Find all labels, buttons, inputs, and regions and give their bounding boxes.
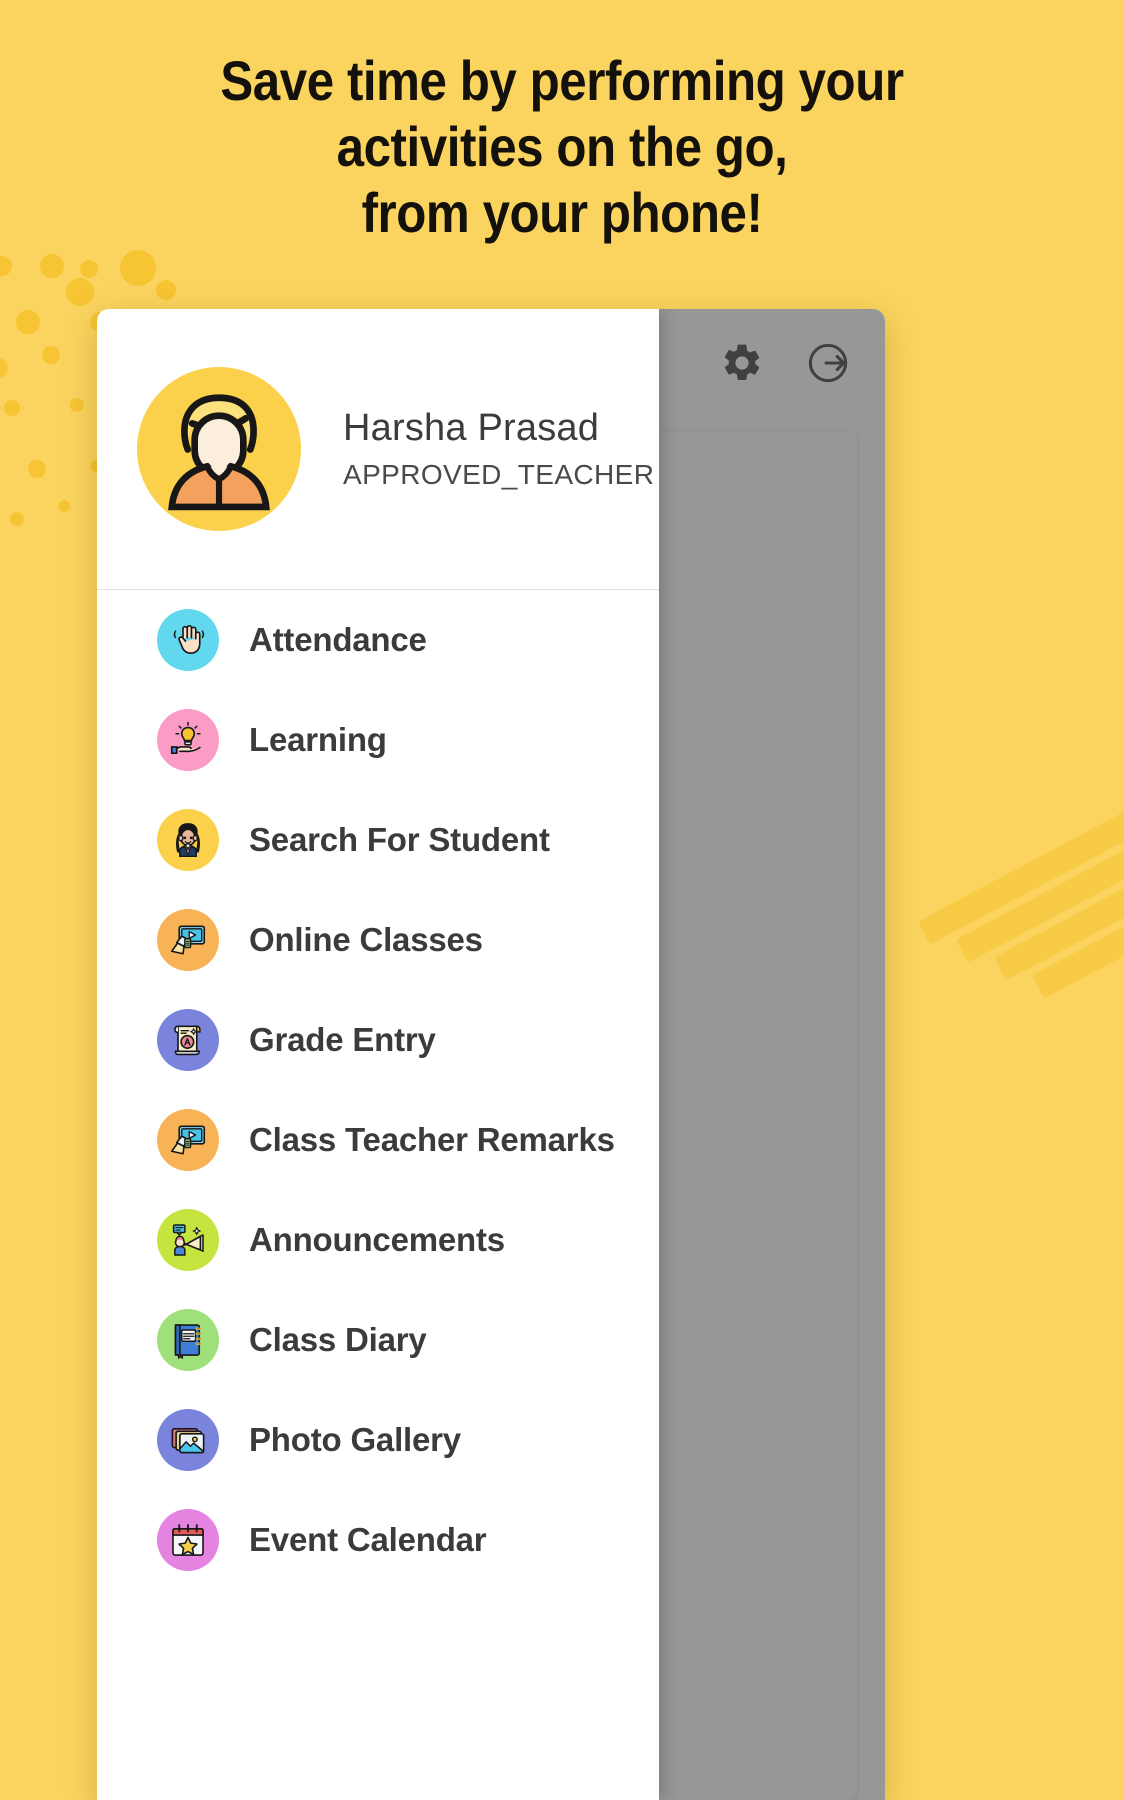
menu-item-attendance[interactable]: Attendance xyxy=(97,590,659,690)
menu-item-label: Class Teacher Remarks xyxy=(249,1121,615,1158)
menu-item-learning[interactable]: Learning xyxy=(97,690,659,790)
menu-item-label: Class Diary xyxy=(249,1321,427,1358)
profile-name: Harsha Prasad xyxy=(343,407,600,449)
video-lesson-icon xyxy=(157,1109,219,1171)
avatar xyxy=(137,367,301,531)
menu-item-photo-gallery[interactable]: Photo Gallery xyxy=(97,1390,659,1490)
calendar-star-icon xyxy=(157,1509,219,1571)
student-avatar-icon xyxy=(157,809,219,871)
menu-item-event-calendar[interactable]: Event Calendar xyxy=(97,1490,659,1590)
menu-item-label: Attendance xyxy=(249,621,427,658)
menu-item-label: Photo Gallery xyxy=(249,1421,461,1458)
menu-item-class-diary[interactable]: Class Diary xyxy=(97,1290,659,1390)
menu-item-announcements[interactable]: Announcements xyxy=(97,1190,659,1290)
navigation-drawer: Harsha Prasad APPROVED_TEACHER Attendanc… xyxy=(97,309,659,1800)
phone-mockup: Search For Student Class Teacher xyxy=(97,309,885,1800)
grade-certificate-icon xyxy=(157,1009,219,1071)
menu-item-class-teacher-remarks[interactable]: Class Teacher Remarks xyxy=(97,1090,659,1190)
menu-item-grade-entry[interactable]: Grade Entry xyxy=(97,990,659,1090)
menu-item-online-classes[interactable]: Online Classes xyxy=(97,890,659,990)
menu-item-label: Online Classes xyxy=(249,921,483,958)
megaphone-icon xyxy=(157,1209,219,1271)
drawer-profile-header[interactable]: Harsha Prasad APPROVED_TEACHER xyxy=(97,309,659,590)
menu-item-label: Learning xyxy=(249,721,387,758)
menu-item-label: Announcements xyxy=(249,1221,505,1258)
menu-item-label: Event Calendar xyxy=(249,1521,487,1558)
menu-item-search-for-student[interactable]: Search For Student xyxy=(97,790,659,890)
video-lesson-icon xyxy=(157,909,219,971)
notebook-icon xyxy=(157,1309,219,1371)
menu-item-label: Grade Entry xyxy=(249,1021,436,1058)
profile-text-block: Harsha Prasad APPROVED_TEACHER xyxy=(343,407,654,491)
background-stripe-pattern xyxy=(894,800,1124,1500)
hand-lightbulb-icon xyxy=(157,709,219,771)
page-title: Save time by performing your activities … xyxy=(220,49,904,245)
profile-role: APPROVED_TEACHER xyxy=(343,459,655,490)
photo-stack-icon xyxy=(157,1409,219,1471)
drawer-menu-list: Attendance Learning Search For Student O… xyxy=(97,590,659,1800)
menu-item-label: Search For Student xyxy=(249,821,550,858)
raised-hand-icon xyxy=(157,609,219,671)
